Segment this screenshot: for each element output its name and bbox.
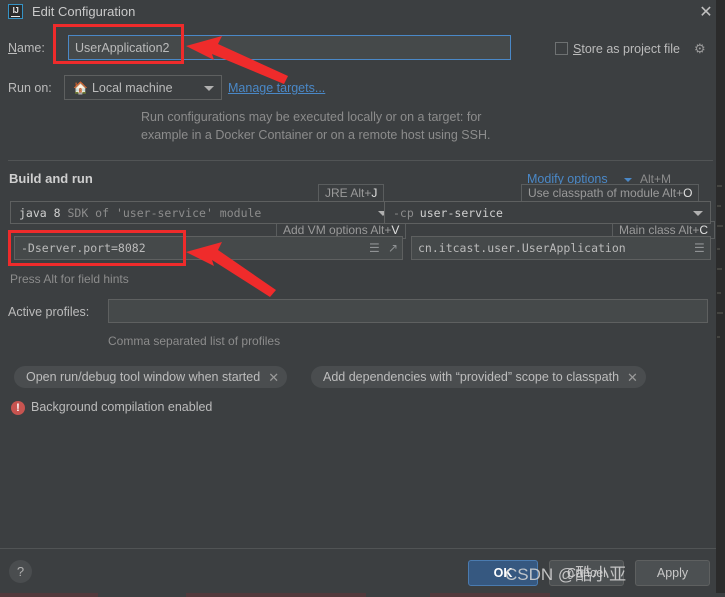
chip-open-run-debug-tool-window[interactable]: Open run/debug tool window when started … [14,366,288,388]
apply-button[interactable]: Apply [635,560,710,586]
active-profiles-label: Active profiles: [8,305,90,319]
ok-button[interactable]: OK [468,560,538,586]
browse-icon[interactable]: ☰ [694,241,705,255]
home-icon: 🏠 [73,80,88,95]
footer-divider [0,548,716,549]
list-icon[interactable]: ☰ [369,241,380,255]
build-and-run-title: Build and run [9,171,93,186]
chevron-down-icon [693,210,703,216]
run-on-description-line1: Run configurations may be executed local… [141,110,482,124]
gear-icon[interactable]: ⚙ [694,41,706,57]
run-target-combobox[interactable]: 🏠 Local machine [64,75,222,100]
intellij-idea-icon: IJ [8,4,23,19]
dialog-title: Edit Configuration [32,4,136,19]
chevron-down-icon [624,178,632,182]
chevron-down-icon [204,85,214,91]
chip-label: Open run/debug tool window when started [26,370,261,384]
hint-jre: JRE Alt+J [318,184,385,202]
jre-description: SDK of 'user-service' module [67,205,262,220]
store-as-project-file-checkbox[interactable] [555,42,568,55]
run-on-description-line2: example in a Docker Container or on a re… [141,128,491,142]
active-profiles-helper-text: Comma separated list of profiles [108,334,281,348]
warning-icon: ! [11,401,25,415]
close-icon[interactable]: ✕ [697,4,715,22]
name-label: Name: [8,41,45,55]
section-divider-top [8,160,713,161]
active-profiles-input[interactable] [108,299,708,323]
classpath-prefix: -cp [393,205,414,220]
classpath-module-combobox[interactable]: -cp user-service [384,201,711,224]
main-class-input[interactable] [411,236,711,260]
field-hints-text: Press Alt for field hints [10,272,129,286]
editor-edge-sliver [716,0,725,597]
classpath-module-value: user-service [419,205,503,220]
bottom-strip [0,593,725,597]
cancel-button[interactable]: Cancel [549,560,624,586]
jre-version: java 8 [19,205,61,220]
edit-configuration-dialog: IJ Edit Configuration ✕ Name: Store as p… [0,0,725,597]
status-text: Background compilation enabled [31,400,213,414]
run-target-value: Local machine [91,80,173,95]
chip-label: Add dependencies with “provided” scope t… [323,370,620,384]
jre-combobox[interactable]: java 8 SDK of 'user-service' module [10,201,396,224]
configuration-name-input[interactable] [68,35,511,60]
chip-add-provided-dependencies[interactable]: Add dependencies with “provided” scope t… [311,366,646,388]
dialog-titlebar: IJ Edit Configuration [0,0,716,26]
vm-options-input[interactable] [14,236,403,260]
manage-targets-link[interactable]: Manage targets... [228,81,325,95]
expand-icon[interactable]: ↗ [388,241,398,255]
close-icon[interactable]: ✕ [268,371,279,384]
close-icon[interactable]: ✕ [627,371,638,384]
store-as-project-file-label: Store as project file [573,42,681,56]
run-on-label: Run on: [8,81,52,95]
help-button[interactable]: ? [9,560,32,583]
hint-use-classpath-of-module: Use classpath of module Alt+O [521,184,700,202]
